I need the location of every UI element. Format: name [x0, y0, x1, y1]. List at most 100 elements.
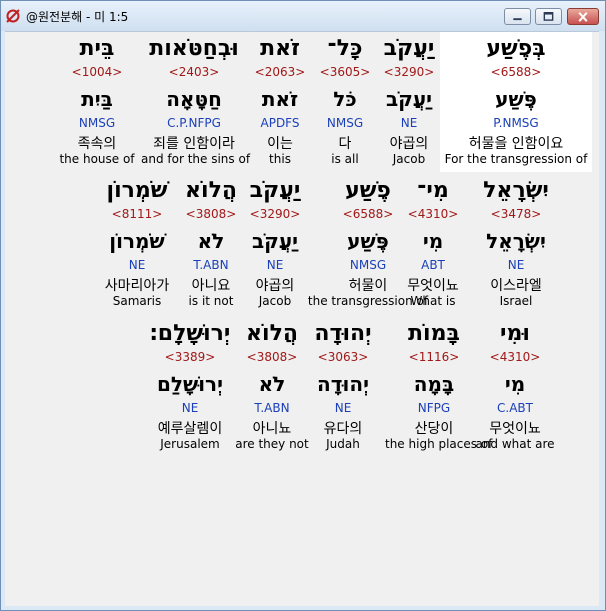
title-bar[interactable]: @원전분해 - 미 1:5	[1, 1, 605, 31]
english-gloss: Samaris	[112, 294, 162, 308]
word-cell[interactable]: זֹאת <2063> זֹאת APDFS 이는 this	[247, 32, 313, 172]
morphology-code: NE	[181, 401, 199, 415]
korean-gloss: 족속의	[77, 136, 117, 152]
hebrew-word: פֶשַׁע	[345, 178, 391, 203]
lemma-word: חַטָּאָה	[166, 87, 222, 111]
word-cell[interactable]: פֶשַׁע <6588> פֶּשַׁע NMSG 허물이 the transgress…	[305, 174, 431, 314]
word-cell[interactable]: שֹׁמְרוֹן <8111> שֹׁמְרוֹן NE 사마리아가 Samaris	[93, 174, 181, 314]
window-title: @원전분해 - 미 1:5	[26, 10, 129, 24]
english-gloss: the high places of	[385, 437, 493, 451]
english-gloss: are they not	[235, 437, 309, 451]
korean-gloss: 허물을 인함이요	[468, 136, 564, 152]
lemma-word: יְרוּשָׁלִַם	[157, 372, 223, 396]
morphology-code: C.P.NFPG	[167, 116, 221, 130]
morphology-code: NE	[266, 258, 284, 272]
korean-gloss: 이스라엘	[490, 278, 542, 294]
morphology-code: T.ABN	[193, 258, 229, 272]
hebrew-word: שֹׁמְרוֹן	[106, 178, 168, 203]
morphology-code: C.ABT	[497, 401, 533, 415]
maximize-button[interactable]	[535, 8, 562, 25]
korean-gloss: 아니요	[191, 278, 231, 294]
morphology-code: T.ABN	[254, 401, 290, 415]
korean-gloss: 산당이	[414, 421, 454, 437]
lemma-word: יִשְׂרָאֵל	[486, 229, 546, 253]
word-cell[interactable]: וּבְחַטֹּאות <2403> חַטָּאָה C.P.NFPG 죄를 인함이…	[141, 32, 251, 172]
close-icon	[578, 12, 588, 22]
hebrew-word: יַעֲקֹב	[383, 36, 435, 61]
strong-number: <3063>	[317, 350, 369, 364]
hebrew-word: יְרוּשָׁלִָם׃	[149, 321, 231, 346]
word-cell[interactable]: יִשְׂרָאֵל <3478> יִשְׂרָאֵל NE 이스라엘 Israel	[473, 174, 559, 314]
hebrew-word: וּמִי	[500, 321, 530, 346]
close-button[interactable]	[567, 8, 599, 25]
ring-app-icon	[6, 9, 20, 23]
word-cell[interactable]: בְּפֶשַׁע <6588> פֶּשַׁע P.NMSG 허물을 인함이요 For …	[440, 32, 592, 172]
word-cell[interactable]: יַעֲקֹב <3290> יַעֲקֹב NE 야곱의 Jacob	[376, 32, 442, 172]
english-gloss: and for the sins of	[141, 152, 251, 166]
hebrew-word: יַעֲקֹב	[249, 178, 301, 203]
minimize-button[interactable]	[504, 8, 531, 25]
word-cell[interactable]: כָּל־ <3605> כֹּל NMSG 다 is all	[312, 32, 378, 172]
korean-gloss: 무엇이뇨	[489, 421, 541, 437]
word-cell[interactable]: הֲלוֹא <3808> לֹא T.ABN 아니요 is it not	[178, 174, 244, 314]
hebrew-word: בֵּית	[79, 36, 115, 61]
hebrew-word: וּבְחַטֹּאות	[149, 36, 239, 61]
strong-number: <6588>	[490, 65, 542, 79]
morphology-code: NE	[128, 258, 146, 272]
hebrew-word: בְּפֶשַׁע	[486, 36, 546, 61]
korean-gloss: 허물이	[348, 278, 388, 294]
lemma-word: שֹׁמְרוֹן	[109, 229, 165, 253]
word-cell[interactable]: הֲלוֹא <3808> לֹא T.ABN 아니뇨 are they not	[233, 317, 311, 457]
hebrew-word: כָּל־	[327, 36, 363, 61]
strong-number: <3605>	[319, 65, 371, 79]
korean-gloss: 이는	[267, 136, 293, 152]
korean-gloss: 야곱의	[255, 278, 295, 294]
word-cell[interactable]: בָּמוֹת <1116> בָּמָה NFPG 산당이 the high place…	[385, 317, 493, 457]
verse-line: יִשְׂרָאֵל <3478> יִשְׂרָאֵל NE 이스라엘 Israel מִ…	[5, 174, 599, 314]
english-gloss: this	[269, 152, 291, 166]
word-cell[interactable]: יְהוּדָה <3063> יְהוּדָה NE 유다의 Judah	[303, 317, 383, 457]
app-window: @원전분해 - 미 1:5 בְּפֶשַׁע <6588> פֶּשַׁע P.NM…	[0, 0, 606, 611]
word-cell[interactable]: יַעֲקֹב <3290> יַעֲקֹב NE 야곱의 Jacob	[242, 174, 308, 314]
strong-number: <8111>	[111, 207, 163, 221]
word-cell[interactable]: וּמִי <4310> מִי C.ABT 무엇이뇨 and what are	[475, 317, 555, 457]
lemma-word: פֶּשַׁע	[347, 229, 389, 253]
hebrew-word: יִשְׂרָאֵל	[483, 178, 549, 203]
lemma-word: מִי	[504, 372, 526, 396]
english-gloss: Jacob	[392, 152, 426, 166]
lemma-word: יְהוּדָה	[317, 372, 369, 396]
korean-gloss: 유다의	[323, 421, 363, 437]
strong-number: <3290>	[249, 207, 301, 221]
lemma-word: בַּיִת	[81, 87, 113, 111]
morphology-code: NE	[334, 401, 352, 415]
maximize-icon	[543, 12, 554, 21]
word-cell[interactable]: בֵּית <1004> בַּיִת NMSG 족속의 the house of	[53, 32, 141, 172]
word-cell[interactable]: יְרוּשָׁלִָם׃ <3389> יְרוּשָׁלִַם NE 예루살렘이 Je…	[140, 317, 240, 457]
strong-number: <3290>	[383, 65, 435, 79]
korean-gloss: 야곱의	[389, 136, 429, 152]
lemma-word: זֹאת	[261, 87, 299, 111]
hebrew-word: יְהוּדָה	[314, 321, 372, 346]
english-gloss: is it not	[188, 294, 234, 308]
strong-number: <2063>	[254, 65, 306, 79]
strong-number: <1116>	[408, 350, 460, 364]
analysis-panel: בְּפֶשַׁע <6588> פֶּשַׁע P.NMSG 허물을 인함이요 For …	[5, 31, 599, 606]
lemma-word: בָּמָה	[413, 372, 455, 396]
hebrew-word: הֲלוֹא	[246, 321, 298, 346]
english-gloss: Israel	[499, 294, 533, 308]
english-gloss: Judah	[326, 437, 360, 451]
morphology-code: NMSG	[78, 116, 116, 130]
morphology-code: NMSG	[326, 116, 364, 130]
morphology-code: NE	[400, 116, 418, 130]
korean-gloss: 다	[338, 136, 352, 152]
strong-number: <3808>	[246, 350, 298, 364]
minimize-icon	[513, 18, 522, 21]
english-gloss: Jerusalem	[160, 437, 220, 451]
lemma-word: יַעֲקֹב	[385, 87, 433, 111]
strong-number: <2403>	[168, 65, 220, 79]
english-gloss: the house of	[59, 152, 135, 166]
strong-number: <3478>	[490, 207, 542, 221]
morphology-code: P.NMSG	[493, 116, 539, 130]
morphology-code: APDFS	[260, 116, 300, 130]
strong-number: <1004>	[71, 65, 123, 79]
